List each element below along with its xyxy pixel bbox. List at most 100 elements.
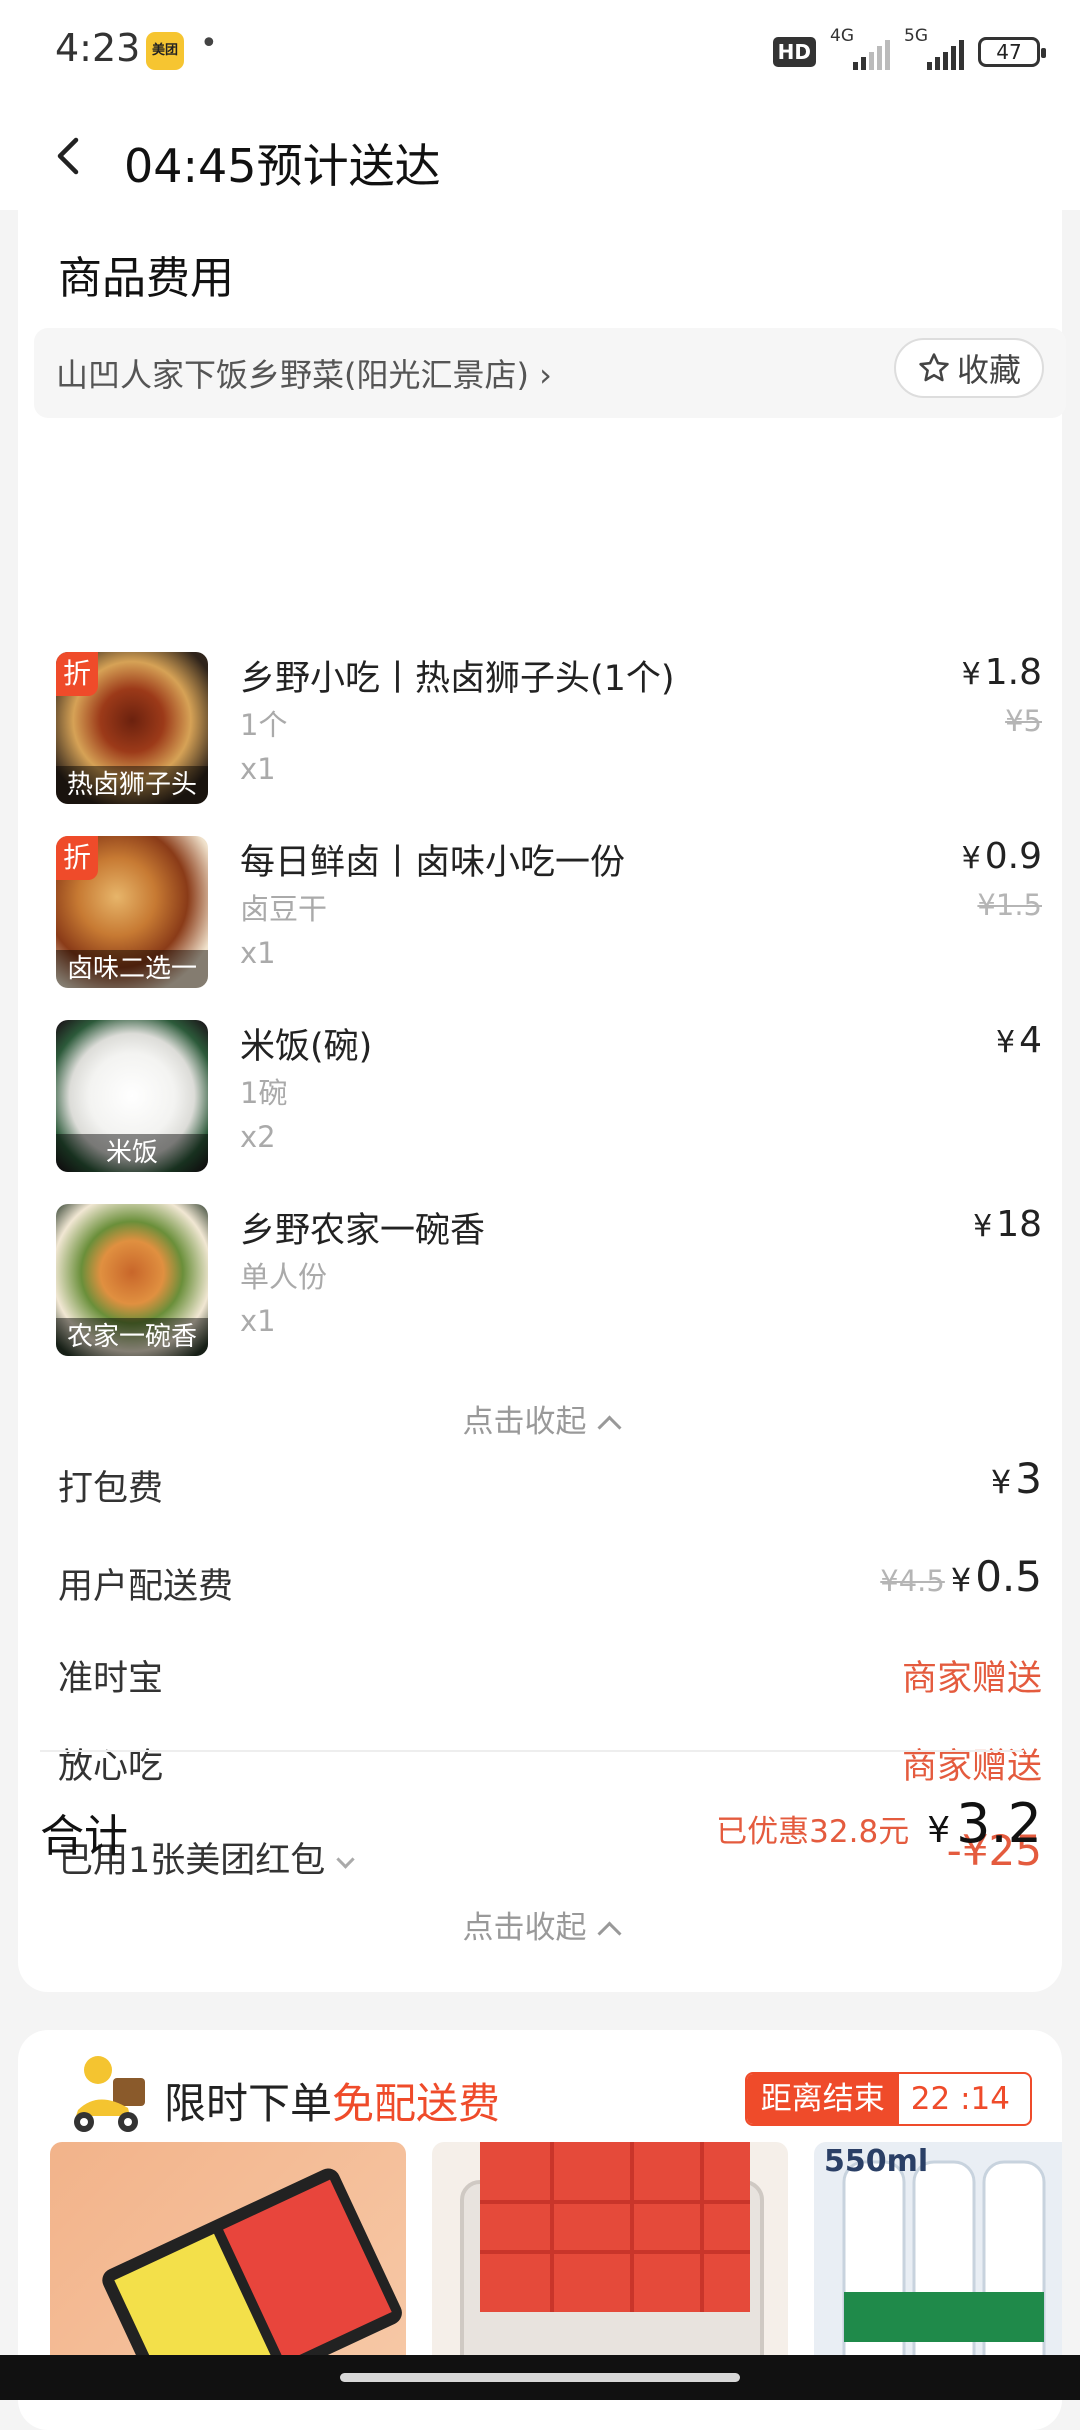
divider [40, 1750, 1024, 1752]
shop-row[interactable]: 山凹人家下饭乡野菜(阳光汇景店) › 收藏 [34, 328, 1066, 418]
currency-symbol: ¥ [961, 657, 981, 692]
ontime-row[interactable]: 准时宝 商家赠送 [58, 1650, 1042, 1710]
packing-fee-label: 打包费 [58, 1469, 164, 1509]
delivery-fee-value: ¥4.5 ¥0.5 [880, 1552, 1042, 1601]
item-image-4: 农家一碗香 [56, 1204, 208, 1356]
home-indicator[interactable] [340, 2373, 740, 2382]
meituan-app-icon: 美团 [146, 32, 184, 70]
ontime-value: 商家赠送 [901, 1659, 1042, 1699]
currency-symbol: ¥ [996, 1025, 1016, 1060]
discount-tag-2: 折 [56, 836, 98, 880]
item-image-caption-4: 农家一碗香 [56, 1318, 208, 1356]
countdown-value: 22 :14 [910, 2081, 1010, 2117]
hd-icon: HD [772, 37, 816, 67]
battery-level: 47 [996, 40, 1022, 64]
delivery-fee-orig: ¥4.5 [880, 1564, 945, 1598]
promo-title-highlight: 免配送费 [332, 2079, 501, 2128]
signal-4g-icon: 4G [830, 26, 890, 72]
item-price-1: ¥1.8 [962, 652, 1042, 693]
countdown-timer: 距离结束 22 :14 [744, 2072, 1032, 2126]
promo-title-main: 限时下单 [164, 2079, 333, 2128]
currency-symbol: ¥ [950, 1561, 972, 1599]
delivery-fee-amount: 0.5 [975, 1552, 1042, 1601]
signal-4g-label: 4G [830, 26, 854, 46]
order-item-3[interactable]: 米饭 米饭(碗) 1碗 x2 ¥4 [18, 1020, 1062, 1190]
collapse-label: 点击收起 [462, 1404, 587, 1440]
total-amount: 已优惠32.8元 ¥3.2 [716, 1792, 1042, 1855]
saved-amount: 已优惠32.8元 [716, 1814, 910, 1850]
item-qty-3: x2 [240, 1120, 276, 1154]
collapse-total-button[interactable]: 点击收起 [18, 1902, 1062, 1947]
item-image-2: 折 卤味二选一 [56, 836, 208, 988]
total-label: 合计 [40, 1811, 128, 1862]
status-bar: 4:23 美团 • HD 4G 5G 47 [0, 0, 1080, 100]
item-spec-4: 单人份 [240, 1260, 328, 1294]
collapse-items-button[interactable]: 点击收起 [18, 1396, 1062, 1441]
countdown-label: 距离结束 [746, 2074, 899, 2124]
packing-fee-row: 打包费 ¥3 [58, 1454, 1042, 1520]
safe-eat-label: 放心吃 [58, 1747, 164, 1787]
status-indicators: HD 4G 5G 47 [772, 26, 1046, 74]
status-time: 4:23 [55, 26, 141, 70]
item-orig-price-2: ¥1.5 [977, 888, 1042, 922]
safe-eat-value: 商家赠送 [901, 1747, 1042, 1787]
item-price-value-1: 1.8 [984, 652, 1042, 693]
currency-symbol: ¥ [927, 1810, 951, 1851]
item-price-value-4: 18 [996, 1204, 1042, 1245]
packing-fee-value: ¥3 [991, 1454, 1042, 1503]
chevron-down-icon [336, 1850, 355, 1869]
item-image-3: 米饭 [56, 1020, 208, 1172]
item-name-4: 乡野农家一碗香 [240, 1211, 486, 1251]
item-image-caption-3: 米饭 [56, 1134, 208, 1172]
collapse-total-label: 点击收起 [462, 1910, 587, 1946]
item-qty-2: x1 [240, 936, 276, 970]
battery-icon: 47 [978, 37, 1046, 67]
page-title: 04:45预计送达 [124, 139, 441, 193]
item-price-value-3: 4 [1019, 1020, 1042, 1061]
ontime-label: 准时宝 [58, 1659, 164, 1699]
currency-symbol: ¥ [990, 1463, 1012, 1501]
item-name-3: 米饭(碗) [240, 1027, 373, 1067]
item-image-caption-2: 卤味二选一 [56, 950, 208, 988]
total-value-amount: 3.2 [956, 1792, 1042, 1855]
item-price-3: ¥4 [996, 1020, 1042, 1061]
favorite-label: 收藏 [956, 351, 1021, 389]
order-item-1[interactable]: 折 热卤狮子头 乡野小吃丨热卤狮子头(1个) 1个 x1 ¥1.8 ¥5 [18, 652, 1062, 822]
star-icon [919, 353, 949, 382]
safe-eat-row[interactable]: 放心吃 商家赠送 [58, 1738, 1042, 1798]
packing-fee-amount: 3 [1015, 1454, 1042, 1503]
discount-tag-1: 折 [56, 652, 98, 696]
notification-dot: • [200, 26, 218, 61]
currency-symbol: ¥ [961, 841, 981, 876]
signal-5g-label: 5G [904, 26, 928, 46]
item-price-4: ¥18 [973, 1204, 1042, 1245]
delivery-rider-icon [74, 2056, 145, 2132]
chevron-up-icon [596, 1921, 622, 1946]
goods-fee-card: 商品费用 山凹人家下饭乡野菜(阳光汇景店) › 收藏 折 热卤狮子头 乡野小吃丨… [18, 210, 1066, 1992]
page-header: 04:45预计送达 [0, 100, 1080, 210]
item-spec-3: 1碗 [240, 1076, 288, 1110]
item-image-caption-1: 热卤狮子头 [56, 766, 208, 804]
back-arrow-icon[interactable] [52, 136, 86, 176]
item-qty-4: x1 [240, 1304, 276, 1338]
home-indicator-bar [0, 2355, 1080, 2400]
signal-5g-icon: 5G [904, 26, 964, 72]
item-orig-price-1: ¥5 [1005, 704, 1042, 738]
bottle-size-label: 550ml [824, 2144, 929, 2179]
order-item-2[interactable]: 折 卤味二选一 每日鲜卤丨卤味小吃一份 卤豆干 x1 ¥0.9 ¥1.5 [18, 836, 1062, 1006]
delivery-fee-label: 用户配送费 [58, 1567, 234, 1607]
shop-name-link[interactable]: 山凹人家下饭乡野菜(阳光汇景店) › [56, 350, 552, 396]
item-name-1: 乡野小吃丨热卤狮子头(1个) [240, 659, 675, 699]
favorite-button[interactable]: 收藏 [894, 338, 1044, 398]
section-title: 商品费用 [58, 253, 234, 304]
item-spec-1: 1个 [240, 708, 288, 742]
item-price-2: ¥0.9 [962, 836, 1042, 877]
total-value: ¥3.2 [927, 1792, 1042, 1855]
item-qty-1: x1 [240, 752, 276, 786]
currency-symbol: ¥ [973, 1209, 993, 1244]
promo-title: 限时下单免配送费 [164, 2070, 500, 2131]
item-price-value-2: 0.9 [984, 836, 1042, 877]
order-item-4[interactable]: 农家一碗香 乡野农家一碗香 单人份 x1 ¥18 [18, 1204, 1062, 1374]
item-spec-2: 卤豆干 [240, 892, 328, 926]
item-name-2: 每日鲜卤丨卤味小吃一份 [240, 843, 626, 883]
